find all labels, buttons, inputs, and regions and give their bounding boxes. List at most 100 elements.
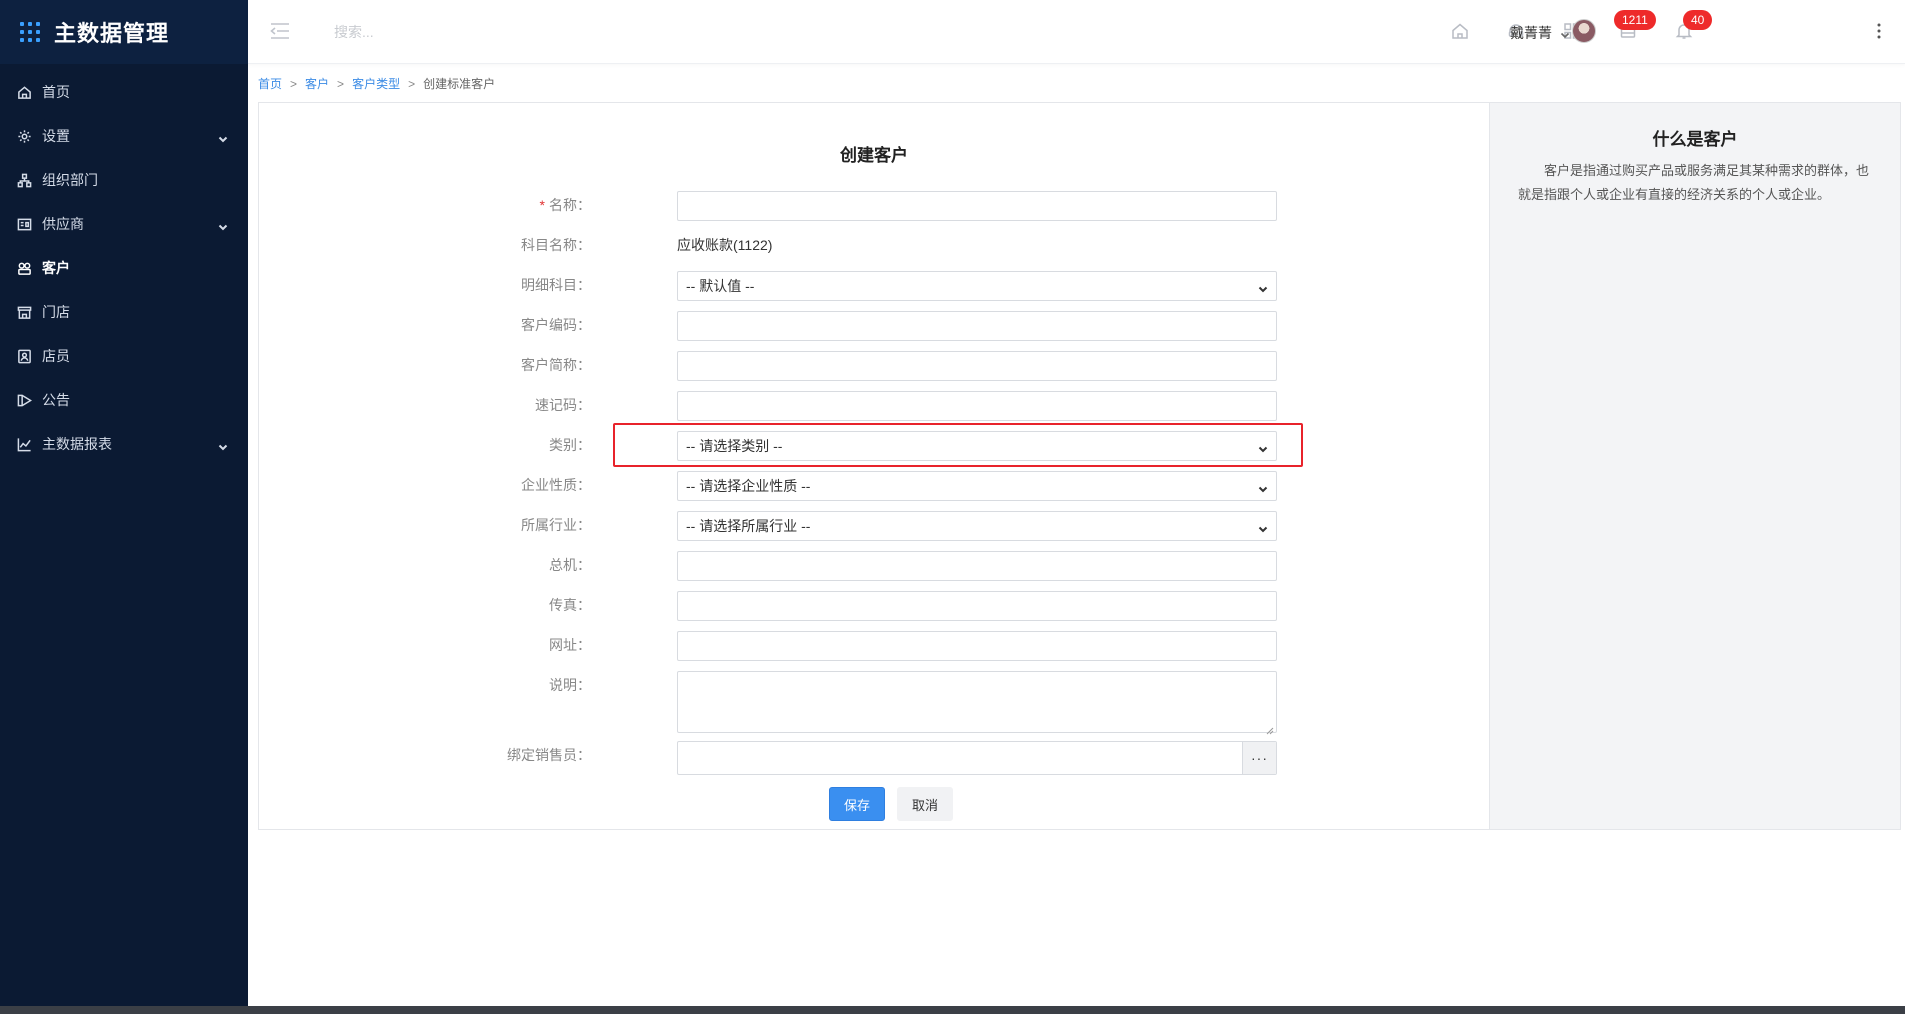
org-chart-icon [16,172,32,188]
home-icon [16,84,32,100]
brand-title: 主数据管理 [54,21,170,46]
home-icon[interactable] [1451,22,1469,40]
name-row: * 名称： [259,189,1491,221]
account-label: 科目名称： [521,237,591,253]
search-input[interactable] [334,20,594,44]
breadcrumb-customer[interactable]: 客户 [305,75,329,92]
notifications-badge: 40 [1683,10,1713,30]
website-row: 网址： [259,629,1491,661]
sidebar-item-label: 客户 [42,260,70,276]
sidebar-item-label: 主数据报表 [42,436,112,452]
fax-input[interactable] [677,591,1277,621]
more-horizontal-icon[interactable]: ··· [1242,742,1276,774]
account-value: 应收账款(1122) [677,237,773,253]
chart-line-icon [16,436,32,452]
sidebar-item-org[interactable]: 组织部门 [0,158,248,202]
enterprise-type-label: 企业性质： [521,477,591,493]
customer-code-input[interactable] [677,311,1277,341]
quick-code-label: 速记码： [535,397,591,413]
apps-grid-icon [20,22,40,42]
breadcrumb-home[interactable]: 首页 [258,75,282,92]
form-title: 创建客户 [840,146,908,165]
quick-code-input[interactable] [677,391,1277,421]
chevron-down-icon [1258,481,1268,493]
breadcrumb-customer-type[interactable]: 客户类型 [352,75,400,92]
chevron-down-icon [218,131,228,143]
messages-badge: 1211 [1614,10,1656,30]
sidebar-item-staff[interactable]: 店员 [0,334,248,378]
salesperson-row: 绑定销售员： ··· [259,739,1491,775]
website-input[interactable] [677,631,1277,661]
sidebar-item-supplier[interactable]: 供应商 [0,202,248,246]
avatar[interactable] [1572,19,1596,43]
sidebar-item-announcement[interactable]: 公告 [0,378,248,422]
sidebar-item-label: 供应商 [42,216,84,232]
phone-row: 总机： [259,549,1491,581]
fax-row: 传真： [259,589,1491,621]
customer-icon [16,260,32,276]
brand: 主数据管理 [0,0,248,64]
breadcrumb-separator: > [408,76,416,91]
more-vertical-icon[interactable] [1876,22,1882,40]
chevron-down-icon [218,439,228,451]
industry-row: 所属行业： -- 请选择所属行业 -- [259,509,1491,541]
detail-account-row: 明细科目： -- 默认值 -- [259,269,1491,301]
top-header: 1211 40 戴菁菁 [248,0,1905,64]
chevron-down-icon [1258,281,1268,293]
chevron-down-icon[interactable] [1560,27,1570,39]
category-label: 类别： [549,437,591,453]
account-row: 科目名称： 应收账款(1122) [259,229,1491,261]
name-label: * 名称： [539,197,591,213]
sidebar-item-label: 设置 [42,128,70,144]
sidebar-nav: 首页 设置 组织部门 供应商 客户 门店 店员 公告 主数据报表 [0,64,248,466]
taskbar-strip [0,1006,1905,1014]
industry-select[interactable]: -- 请选择所属行业 -- [677,511,1277,541]
save-button[interactable]: 保存 [829,787,885,821]
select-value: -- 请选择所属行业 -- [686,518,811,534]
chevron-down-icon [1258,521,1268,533]
short-name-input[interactable] [677,351,1277,381]
store-icon [16,304,32,320]
code-label: 客户编码： [521,317,591,333]
salesperson-picker[interactable]: ··· [677,741,1277,775]
required-mark: * [539,197,545,213]
description-textarea[interactable] [677,671,1277,735]
short-name-label: 客户简称： [521,357,591,373]
sidebar-item-customer[interactable]: 客户 [0,246,248,290]
phone-label: 总机： [549,557,591,573]
cancel-button[interactable]: 取消 [897,787,953,821]
sidebar-item-settings[interactable]: 设置 [0,114,248,158]
enterprise-type-select[interactable]: -- 请选择企业性质 -- [677,471,1277,501]
staff-icon [16,348,32,364]
sidebar-item-home[interactable]: 首页 [0,70,248,114]
chevron-down-icon [218,219,228,231]
short-name-row: 客户简称： [259,349,1491,381]
resize-grip-icon[interactable] [1266,722,1274,735]
select-value: -- 请选择企业性质 -- [686,478,811,494]
detail-account-select[interactable]: -- 默认值 -- [677,271,1277,301]
announcement-icon [16,392,32,408]
category-highlight-box [613,423,1303,467]
sidebar-item-store[interactable]: 门店 [0,290,248,334]
sidebar-item-reports[interactable]: 主数据报表 [0,422,248,466]
user-name[interactable]: 戴菁菁 [1510,23,1552,43]
enterprise-type-row: 企业性质： -- 请选择企业性质 -- [259,469,1491,501]
description-row: 说明： [259,669,1491,735]
supplier-icon [16,216,32,232]
select-value: -- 默认值 -- [686,278,755,294]
sidebar: 主数据管理 首页 设置 组织部门 供应商 客户 门店 店员 公告 主数据报表 [0,0,248,1006]
sidebar-item-label: 首页 [42,84,70,100]
salesperson-label: 绑定销售员： [507,747,591,763]
quick-code-row: 速记码： [259,389,1491,421]
name-input[interactable] [677,191,1277,221]
phone-input[interactable] [677,551,1277,581]
sidebar-item-label: 组织部门 [42,172,98,188]
website-label: 网址： [549,637,591,653]
gear-icon [16,128,32,144]
info-text: 客户是指通过购买产品或服务满足其某种需求的群体，也就是指跟个人或企业有直接的经济… [1518,163,1870,202]
info-panel: 什么是客户 客户是指通过购买产品或服务满足其某种需求的群体，也就是指跟个人或企业… [1490,102,1901,830]
create-customer-form: 创建客户 * 名称： 科目名称： 应收账款(1122) 明细科目： -- 默认值 … [258,102,1490,830]
detail-account-label: 明细科目： [521,277,591,293]
fax-label: 传真： [549,597,591,613]
menu-toggle-icon[interactable] [270,22,290,40]
